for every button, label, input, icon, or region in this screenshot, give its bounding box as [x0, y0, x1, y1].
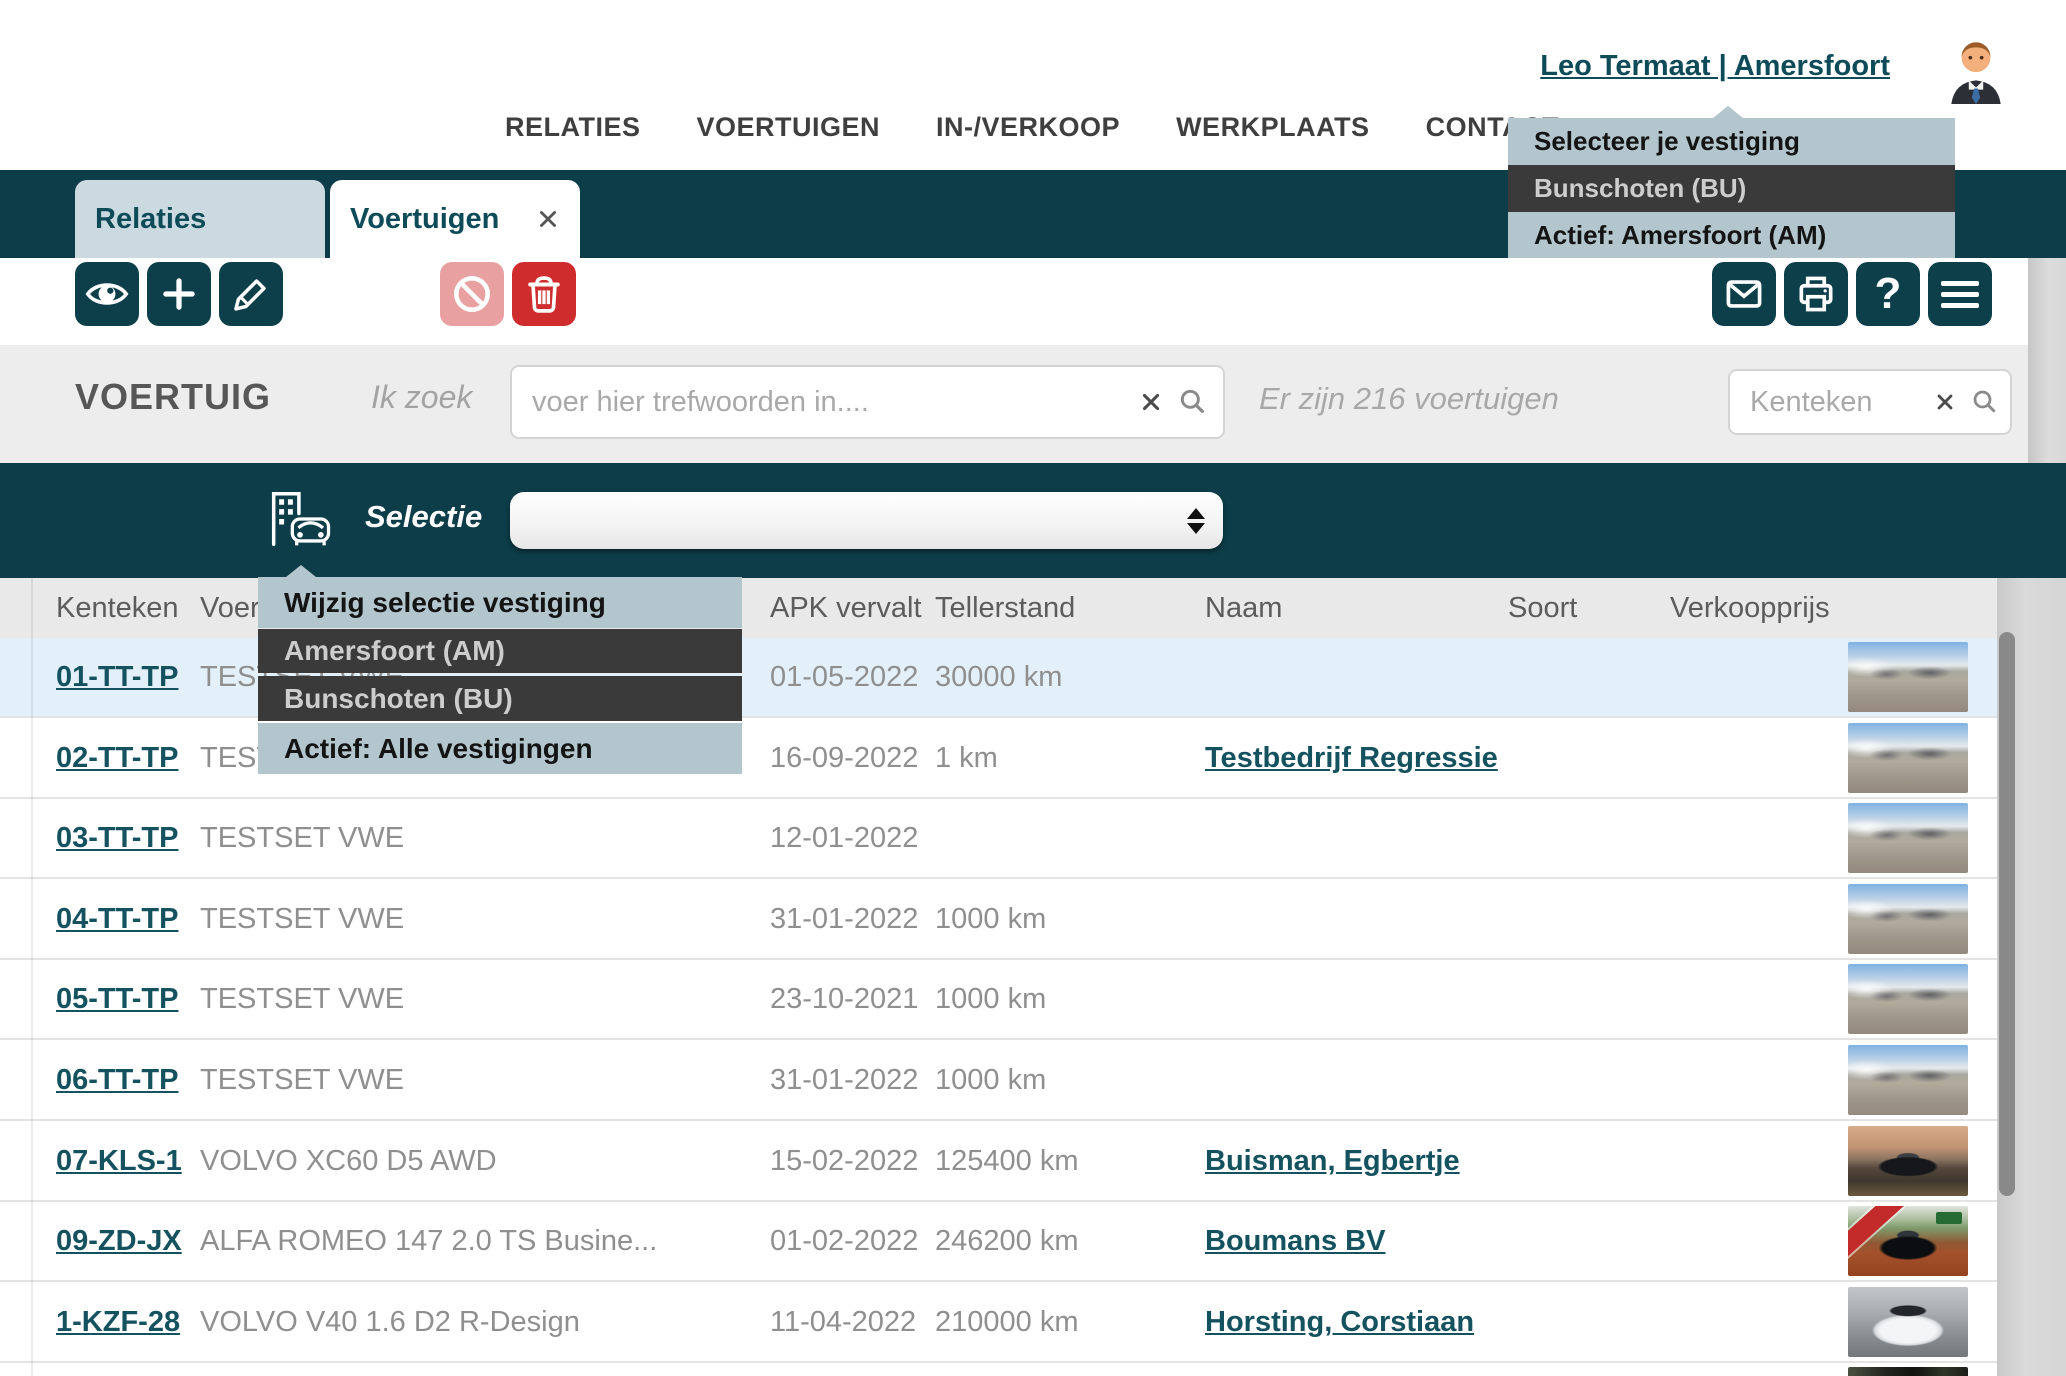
tellerstand-cell: 1000 km: [935, 1041, 1046, 1119]
apk-vervalt-cell: 01-05-2022: [770, 638, 918, 716]
user-vestiging-menu: Selecteer je vestigingBunschoten (BU)Act…: [1508, 118, 1955, 258]
kenteken-link[interactable]: 01-TT-TP: [56, 638, 178, 716]
vehicle-description: TESTSET VWE: [200, 960, 404, 1038]
table-row: 05-TT-TP TESTSET VWE 23-10-20211000 km: [0, 960, 1997, 1040]
table-row: [0, 1363, 1997, 1376]
vehicle-description: TESTSET VWE: [200, 1041, 404, 1119]
businessman-avatar-icon[interactable]: [1941, 34, 2011, 104]
kenteken-link[interactable]: 1-KZF-28: [56, 1283, 180, 1361]
nav-item-in-verkoop[interactable]: IN-/VERKOOP: [936, 112, 1120, 143]
vehicle-thumbnail[interactable]: [1848, 964, 1968, 1034]
vehicle-thumbnail[interactable]: [1848, 884, 1968, 954]
apk-vervalt-cell: 31-01-2022: [770, 880, 918, 958]
tellerstand-cell: 1000 km: [935, 880, 1046, 958]
tellerstand-cell: 246200 km: [935, 1202, 1079, 1280]
vehicle-description: TESTSET VWE: [200, 799, 404, 877]
nav-item-voertuigen[interactable]: VOERTUIGEN: [697, 112, 881, 143]
top-nav: RELATIESVOERTUIGENIN-/VERKOOPWERKPLAATSC…: [505, 112, 1559, 143]
menu-item-wijzig-selectie-vestiging: Wijzig selectie vestiging: [258, 577, 742, 628]
vehicle-thumbnail[interactable]: [1848, 1206, 1968, 1276]
vestiging-selection-menu: Wijzig selectie vestigingAmersfoort (AM)…: [258, 577, 742, 774]
kenteken-link[interactable]: 03-TT-TP: [56, 799, 178, 877]
nav-item-werkplaats[interactable]: WERKPLAATS: [1176, 112, 1370, 143]
table-row: 1-KZF-28 VOLVO V40 1.6 D2 R-Design 11-04-2…: [0, 1283, 1997, 1363]
vehicle-thumbnail[interactable]: [1848, 642, 1968, 712]
vehicle-thumbnail[interactable]: [1848, 803, 1968, 873]
kenteken-link[interactable]: 09-ZD-JX: [56, 1202, 182, 1280]
naam-link[interactable]: Buisman, Egbertje: [1205, 1122, 1460, 1200]
apk-vervalt-cell: 15-02-2022: [770, 1122, 918, 1200]
menu-item-selecteer-je-vestiging: Selecteer je vestiging: [1508, 118, 1955, 165]
menu-item-actief-amersfoort-am[interactable]: Actief: Amersfoort (AM): [1508, 212, 1955, 258]
kenteken-link[interactable]: 04-TT-TP: [56, 880, 178, 958]
vehicle-thumbnail[interactable]: [1848, 1045, 1968, 1115]
menu-item-bunschoten-bu[interactable]: Bunschoten (BU): [258, 676, 742, 721]
kenteken-link[interactable]: 06-TT-TP: [56, 1041, 178, 1119]
naam-link[interactable]: Horsting, Corstiaan: [1205, 1283, 1474, 1361]
vehicle-description: TESTSET VWE: [200, 880, 404, 958]
apk-vervalt-cell: 12-01-2022: [770, 799, 918, 877]
tellerstand-cell: 1 km: [935, 719, 998, 797]
user-account-link[interactable]: Leo Termaat | Amersfoort: [1540, 50, 1890, 83]
tellerstand-cell: 125400 km: [935, 1122, 1079, 1200]
table-row: 04-TT-TP TESTSET VWE 31-01-20221000 km: [0, 880, 1997, 960]
naam-link[interactable]: Boumans BV: [1205, 1202, 1385, 1280]
kenteken-link[interactable]: 02-TT-TP: [56, 719, 178, 797]
kenteken-link[interactable]: 05-TT-TP: [56, 960, 178, 1038]
page-margin: [2028, 258, 2066, 463]
tellerstand-cell: 30000 km: [935, 638, 1062, 716]
vehicle-thumbnail[interactable]: [1848, 1367, 1968, 1376]
table-row: 03-TT-TP TESTSET VWE 12-01-2022: [0, 799, 1997, 879]
vehicle-description: VOLVO XC60 D5 AWD: [200, 1122, 497, 1200]
kenteken-link[interactable]: 07-KLS-1: [56, 1122, 182, 1200]
scrollbar-thumb[interactable]: [1999, 632, 2015, 1196]
vehicle-thumbnail[interactable]: [1848, 1287, 1968, 1357]
table-row: 07-KLS-1VOLVO XC60 D5 AWD 15-02-202212540…: [0, 1122, 1997, 1202]
apk-vervalt-cell: 11-04-2022: [770, 1283, 916, 1361]
menu-item-amersfoort-am[interactable]: Amersfoort (AM): [258, 629, 742, 673]
menu-arrow-icon: [286, 565, 316, 577]
vehicle-description: ALFA ROMEO 147 2.0 TS Busine...: [200, 1202, 657, 1280]
table-row: 09-ZD-JXALFA ROMEO 147 2.0 TS Busine... 0…: [0, 1202, 1997, 1282]
app-window: RELATIESVOERTUIGENIN-/VERKOOPWERKPLAATSC…: [0, 0, 2066, 1376]
tellerstand-cell: 1000 km: [935, 960, 1046, 1038]
tellerstand-cell: 210000 km: [935, 1283, 1079, 1361]
apk-vervalt-cell: 31-01-2022: [770, 1041, 918, 1119]
vehicle-description: VOLVO V40 1.6 D2 R-Design: [200, 1283, 580, 1361]
naam-link[interactable]: Testbedrijf Regressie: [1205, 719, 1498, 797]
apk-vervalt-cell: 23-10-2021: [770, 960, 918, 1038]
table-row: 06-TT-TP TESTSET VWE 31-01-20221000 km: [0, 1041, 1997, 1121]
table-left-border: [31, 578, 33, 1376]
nav-item-relaties[interactable]: RELATIES: [505, 112, 641, 143]
vehicle-thumbnail[interactable]: [1848, 1126, 1968, 1196]
apk-vervalt-cell: 16-09-2022: [770, 719, 918, 797]
menu-item-actief-alle-vestigingen[interactable]: Actief: Alle vestigingen: [258, 723, 742, 774]
apk-vervalt-cell: 01-02-2022: [770, 1202, 918, 1280]
menu-arrow-icon: [1713, 106, 1743, 118]
vehicle-thumbnail[interactable]: [1848, 723, 1968, 793]
menu-item-bunschoten-bu[interactable]: Bunschoten (BU): [1508, 165, 1955, 212]
